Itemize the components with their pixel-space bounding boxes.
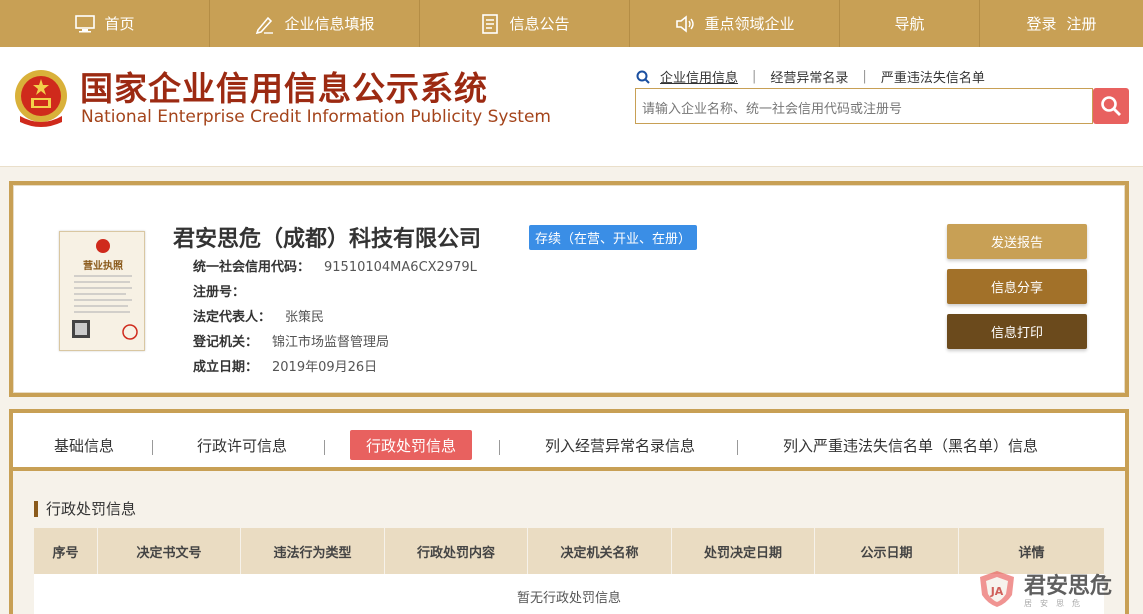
info-value: 张策民 xyxy=(285,310,325,325)
nav-auth: 登录 注册 xyxy=(980,0,1143,47)
info-label: 法定代表人： xyxy=(193,310,272,325)
divider xyxy=(737,440,738,455)
watermark: JA 君安思危 居安思危 xyxy=(976,568,1112,609)
search-icon xyxy=(636,70,650,84)
column-header: 行政处罚内容 xyxy=(385,528,528,574)
search-type-tabs: 企业信用信息 | 经营异常名录 | 严重违法失信名单 xyxy=(636,67,985,86)
section-title: 行政处罚信息 xyxy=(34,501,136,517)
divider xyxy=(324,440,325,455)
nav-key-areas-label: 重点领域企业 xyxy=(704,15,795,33)
divider xyxy=(152,440,153,455)
nav-enterprise-fill[interactable]: 企业信息填报 xyxy=(210,0,420,47)
divider: | xyxy=(862,69,867,84)
table-header: 序号 决定书文号 违法行为类型 行政处罚内容 决定机关名称 处罚决定日期 公示日… xyxy=(34,528,1104,574)
tab-admin-penalty[interactable]: 行政处罚信息 xyxy=(350,430,473,460)
search-tab-blacklist[interactable]: 严重违法失信名单 xyxy=(881,67,985,86)
info-authority: 登记机关： 锦江市场监督管理局 xyxy=(193,331,389,350)
column-header: 违法行为类型 xyxy=(241,528,385,574)
site-title: 国家企业信用信息公示系统 xyxy=(80,69,488,108)
print-button[interactable]: 信息打印 xyxy=(947,314,1087,349)
nav-guide-label: 导航 xyxy=(894,15,925,33)
svg-text:JA: JA xyxy=(990,585,1004,598)
info-reg-no: 注册号： xyxy=(193,281,259,300)
search-input[interactable]: 请输入企业名称、统一社会信用代码或注册号 xyxy=(635,88,1093,124)
info-value: 2019年09月26日 xyxy=(272,360,378,375)
nav-guide[interactable]: 导航 xyxy=(840,0,980,47)
info-founded: 成立日期： 2019年09月26日 xyxy=(193,356,377,375)
empty-state: 暂无行政处罚信息 xyxy=(34,574,1104,614)
tab-bar: 基础信息 行政许可信息 行政处罚信息 列入经营异常名录信息 列入严重违法失信名单… xyxy=(13,413,1125,471)
edit-icon xyxy=(256,16,274,34)
tab-admin-license[interactable]: 行政许可信息 xyxy=(181,430,303,460)
national-emblem-icon xyxy=(15,70,67,127)
search-tab-credit[interactable]: 企业信用信息 xyxy=(660,67,738,86)
tab-blacklist[interactable]: 列入严重违法失信名单（黑名单）信息 xyxy=(767,430,1054,460)
search-button[interactable] xyxy=(1093,88,1129,124)
company-card: 营业执照 君安思危（成都）科技有限公司 存续（在营、开业、在册） 统一社会信用代… xyxy=(9,181,1129,397)
column-header: 公示日期 xyxy=(815,528,959,574)
search-icon xyxy=(1101,96,1121,116)
send-report-button[interactable]: 发送报告 xyxy=(947,224,1087,259)
column-header: 处罚决定日期 xyxy=(672,528,815,574)
info-value: 91510104MA6CX2979L xyxy=(324,260,477,275)
watermark-text: 君安思危 xyxy=(1024,573,1113,599)
nav-announcement-label: 信息公告 xyxy=(509,15,570,33)
info-value: 锦江市场监督管理局 xyxy=(272,335,390,350)
top-nav: 首页 企业信息填报 信息公告 重点领域企业 导航 登录 注册 xyxy=(0,0,1143,47)
divider xyxy=(499,440,500,455)
license-title: 营业执照 xyxy=(83,261,123,272)
license-icon xyxy=(72,239,138,340)
info-legal-rep: 法定代表人： 张策民 xyxy=(193,306,324,325)
site-subtitle: National Enterprise Credit Information P… xyxy=(81,107,551,127)
speaker-icon xyxy=(676,14,695,33)
info-label: 统一社会信用代码： xyxy=(193,260,311,275)
nav-key-areas[interactable]: 重点领域企业 xyxy=(630,0,840,47)
info-label: 成立日期： xyxy=(193,360,259,375)
share-button[interactable]: 信息分享 xyxy=(947,269,1087,304)
nav-enterprise-fill-label: 企业信息填报 xyxy=(284,15,375,33)
document-icon xyxy=(482,13,499,34)
info-label: 登记机关： xyxy=(193,335,259,350)
register-link[interactable]: 注册 xyxy=(1067,13,1097,34)
site-header: 国家企业信用信息公示系统 National Enterprise Credit … xyxy=(0,47,1143,167)
business-license-image[interactable]: 营业执照 xyxy=(59,231,145,351)
column-header: 序号 xyxy=(34,528,98,574)
column-header: 决定机关名称 xyxy=(528,528,672,574)
column-header: 决定书文号 xyxy=(98,528,241,574)
status-badge: 存续（在营、开业、在册） xyxy=(529,225,698,250)
search-tab-abnormal[interactable]: 经营异常名录 xyxy=(770,67,848,86)
company-name: 君安思危（成都）科技有限公司 xyxy=(173,227,482,252)
info-label: 注册号： xyxy=(193,285,246,300)
nav-announcement[interactable]: 信息公告 xyxy=(420,0,630,47)
tab-basic-info[interactable]: 基础信息 xyxy=(38,430,130,460)
penalty-table: 序号 决定书文号 违法行为类型 行政处罚内容 决定机关名称 处罚决定日期 公示日… xyxy=(34,528,1104,614)
tab-abnormal-list[interactable]: 列入经营异常名录信息 xyxy=(529,430,711,460)
login-link[interactable]: 登录 xyxy=(1026,13,1056,34)
shield-logo-icon: JA xyxy=(980,570,1014,607)
info-tabs-panel: 基础信息 行政许可信息 行政处罚信息 列入经营异常名录信息 列入严重违法失信名单… xyxy=(9,409,1129,614)
divider: | xyxy=(752,69,757,84)
nav-home-label: 首页 xyxy=(104,15,135,33)
watermark-text-block: 君安思危 居安思危 xyxy=(1024,568,1112,609)
info-credit-code: 统一社会信用代码： 91510104MA6CX2979L xyxy=(193,256,477,275)
nav-home[interactable]: 首页 xyxy=(0,0,210,47)
monitor-icon xyxy=(75,14,96,32)
